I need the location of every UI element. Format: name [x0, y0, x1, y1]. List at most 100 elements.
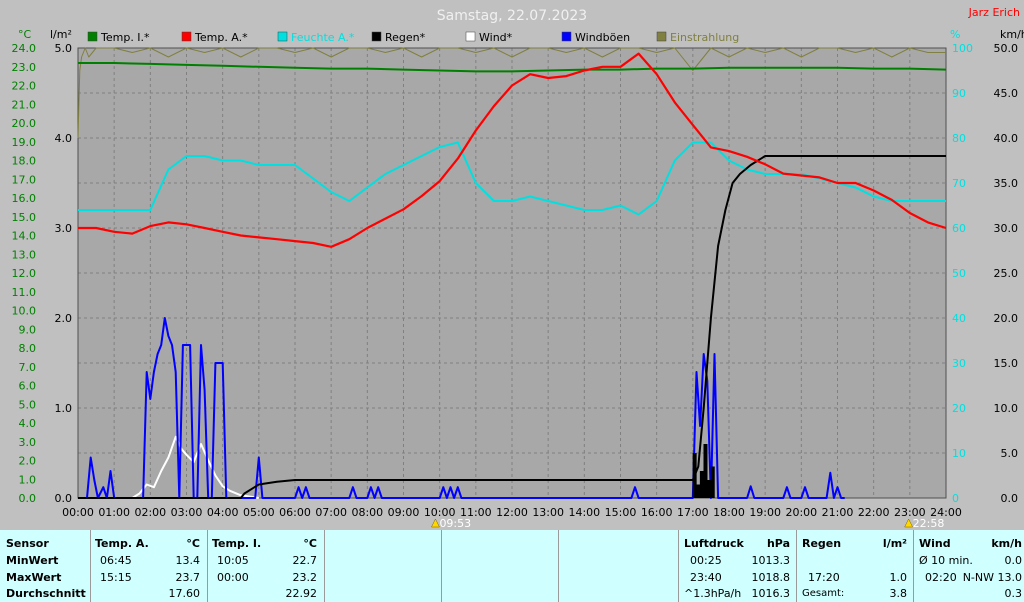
y-tick-rain: 2.0	[55, 312, 73, 325]
row-label-min: MinWert	[6, 554, 59, 567]
legend-swatch	[561, 31, 572, 42]
y-tick-temp: 15.0	[12, 211, 37, 224]
sunrise-time: 09:53	[439, 517, 471, 530]
rain-total-label: Gesamt:	[802, 588, 845, 599]
y-tick-wind: 15.0	[994, 357, 1019, 370]
unit-left-temp: °C	[18, 28, 32, 41]
y-tick-temp: 10.0	[12, 305, 37, 318]
y-tick-temp: 7.0	[19, 361, 37, 374]
pressure-min-time: 00:25	[690, 554, 722, 567]
pressure-unit: hPa	[766, 537, 790, 550]
y-tick-rain: 3.0	[55, 222, 73, 235]
rain-unit: l/m²	[882, 537, 907, 550]
rain-bar	[707, 480, 712, 498]
y-tick-humidity: 10	[952, 447, 966, 460]
y-tick-temp: 12.0	[12, 267, 37, 280]
y-tick-wind: 45.0	[994, 87, 1019, 100]
y-tick-temp: 24.0	[12, 42, 37, 55]
row-label-max: MaxWert	[6, 571, 62, 584]
legend-swatch	[371, 31, 382, 42]
temp-a-max-time: 15:15	[100, 571, 132, 584]
legend-swatch	[87, 31, 98, 42]
x-tick: 19:00	[749, 506, 781, 519]
y-tick-wind: 35.0	[994, 177, 1019, 190]
temp-a-max: 23.7	[175, 571, 201, 584]
y-tick-humidity: 0	[952, 492, 959, 505]
y-tick-wind: 5.0	[1001, 447, 1019, 460]
y-tick-humidity: 100	[952, 42, 973, 55]
x-tick: 01:00	[98, 506, 130, 519]
rain-bar	[696, 484, 701, 498]
row-label-sensor: Sensor	[6, 537, 49, 550]
y-tick-humidity: 30	[952, 357, 966, 370]
x-tick: 13:00	[532, 506, 564, 519]
wind-max: N-NW 13.0	[962, 571, 1022, 584]
y-tick-humidity: 90	[952, 87, 966, 100]
y-tick-temp: 0.0	[19, 492, 37, 505]
column-divider	[796, 530, 797, 602]
y-tick-temp: 16.0	[12, 192, 37, 205]
station-name: Jarz Erich	[968, 6, 1020, 19]
weather-chart: 0.0 1.0 2.0 3.0 4.0 5.0 6.0 7.0 8.0 9.0 10.0 11.0 12…	[0, 0, 1024, 530]
y-tick-temp: 23.0	[12, 61, 37, 74]
y-tick-temp: 11.0	[12, 286, 37, 299]
x-tick: 14:00	[568, 506, 600, 519]
y-tick-rain: 4.0	[55, 132, 73, 145]
rain-bar	[699, 471, 704, 498]
legend-swatch	[277, 31, 288, 42]
y-tick-humidity: 20	[952, 402, 966, 415]
legend-label: Einstrahlung	[670, 31, 739, 44]
y-tick-wind: 0.0	[1001, 492, 1019, 505]
rain-bar	[710, 466, 715, 498]
temp-i-min-time: 10:05	[217, 554, 249, 567]
temp-i-max: 23.2	[292, 571, 318, 584]
column-divider	[558, 530, 559, 602]
x-tick: 12:00	[496, 506, 528, 519]
y-tick-wind: 10.0	[994, 402, 1019, 415]
rain-head: Regen	[802, 537, 842, 550]
wind-max-time: 02:20	[925, 571, 957, 584]
y-tick-humidity: 50	[952, 267, 966, 280]
temp-i-min: 22.7	[292, 554, 318, 567]
temp-a-min-time: 06:45	[100, 554, 132, 567]
x-tick: 04:00	[207, 506, 239, 519]
x-tick: 00:00	[62, 506, 94, 519]
y-tick-humidity: 40	[952, 312, 966, 325]
y-tick-temp: 20.0	[12, 117, 37, 130]
temp-a-unit: °C	[186, 537, 200, 550]
pressure-max: 1018.8	[751, 571, 791, 584]
wind-head: Wind	[919, 537, 951, 550]
legend-label: Wind*	[479, 31, 513, 44]
y-tick-temp: 8.0	[19, 342, 37, 355]
unit-right-humidity: %	[950, 28, 960, 41]
column-divider	[913, 530, 914, 602]
x-tick: 07:00	[315, 506, 347, 519]
y-tick-temp: 13.0	[12, 248, 37, 261]
column-divider	[324, 530, 325, 602]
rain-max: 1.0	[889, 571, 908, 584]
legend-label: Regen*	[385, 31, 426, 44]
temp-i-head: Temp. I.	[212, 537, 262, 550]
y-tick-temp: 17.0	[12, 173, 37, 186]
x-tick: 21:00	[822, 506, 854, 519]
y-tick-temp: 2.0	[19, 455, 37, 468]
x-tick: 16:00	[641, 506, 673, 519]
pressure-head: Luftdruck	[684, 537, 744, 550]
unit-right-wind: km/h	[1000, 28, 1024, 41]
pressure-max-time: 23:40	[690, 571, 722, 584]
wind-unit: km/h	[991, 537, 1022, 550]
column-divider	[90, 530, 91, 602]
sunset-time: 22:58	[913, 517, 945, 530]
y-tick-temp: 1.0	[19, 473, 37, 486]
legend-swatch	[465, 31, 476, 42]
y-tick-rain: 0.0	[55, 492, 73, 505]
x-tick: 08:00	[351, 506, 383, 519]
y-tick-temp: 4.0	[19, 417, 37, 430]
column-divider	[441, 530, 442, 602]
x-tick: 03:00	[171, 506, 203, 519]
wind-min: 0.0	[1004, 554, 1023, 567]
x-tick: 18:00	[713, 506, 745, 519]
x-tick: 06:00	[279, 506, 311, 519]
legend-label: Feuchte A.*	[291, 31, 355, 44]
y-tick-wind: 50.0	[994, 42, 1019, 55]
